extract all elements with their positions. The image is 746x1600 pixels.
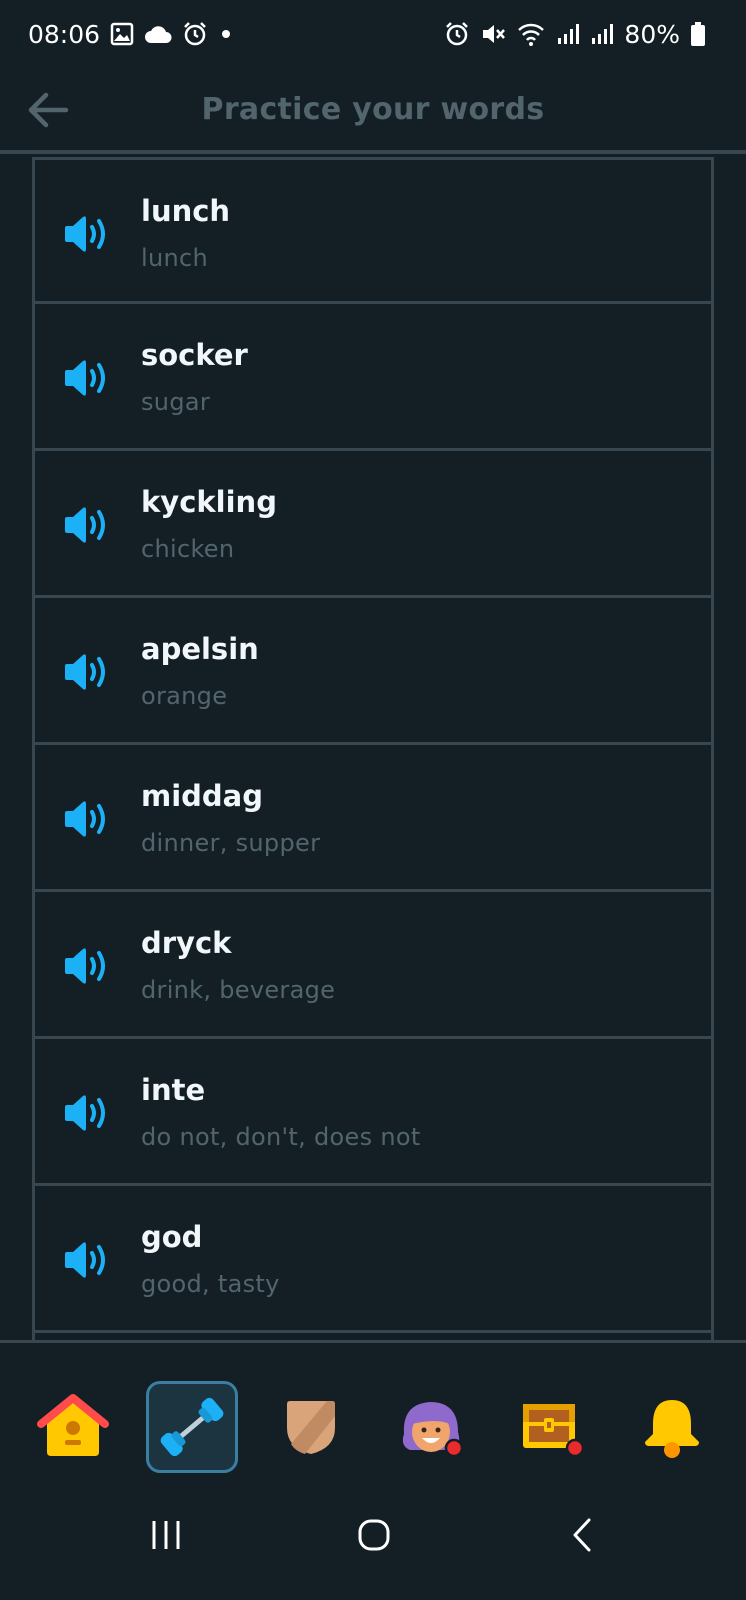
word-text: kyckling [141,485,277,519]
battery-percent: 80% [624,19,680,49]
tab-notifications[interactable] [626,1381,718,1473]
treasure-chest-icon [523,1404,585,1458]
alarm-icon [446,22,469,46]
status-time: 08:06 [28,19,101,49]
image-icon [110,22,134,46]
alarm-icon [184,22,206,46]
speaker-icon[interactable] [63,1093,111,1133]
word-row[interactable]: socker sugar [35,304,711,451]
home-circle-icon [358,1519,390,1551]
status-left: 08:06 [28,20,234,49]
word-list: lunch lunch socker sugar kyckling chicke… [32,157,714,1340]
recent-apps-button[interactable] [136,1510,196,1560]
bottom-tab-bar [0,1340,746,1480]
word-row[interactable]: middag dinner, supper [35,745,711,892]
word-text: socker [141,338,248,372]
word-list-scroll[interactable]: lunch lunch socker sugar kyckling chicke… [0,154,746,1340]
tab-home[interactable] [27,1381,119,1473]
speaker-icon[interactable] [63,799,111,839]
word-translation: sugar [141,388,211,416]
home-nav-button[interactable] [344,1510,404,1560]
bell-icon [645,1400,699,1458]
home-icon [37,1394,109,1456]
page-header: Practice your words [0,68,746,154]
shield-icon [287,1401,335,1454]
back-button[interactable] [24,86,72,134]
character-avatar-icon [402,1402,464,1458]
word-translation: drink, beverage [141,976,336,1004]
wifi-icon [518,23,545,46]
page-title: Practice your words [201,91,545,127]
signal-icon [558,24,580,44]
dumbbell-icon [160,1397,224,1457]
word-row[interactable]: inte do not, don't, does not [35,1039,711,1186]
speaker-icon[interactable] [63,946,111,986]
arrow-left-icon [28,92,69,128]
speaker-icon[interactable] [63,652,111,692]
status-bar: 08:06 80% [0,0,746,68]
word-row[interactable]: lunch lunch [35,157,711,304]
word-text: inte [141,1073,206,1107]
word-translation: lunch [141,244,208,272]
mute-icon [483,25,506,43]
word-row[interactable]: kyckling chicken [35,451,711,598]
cloud-icon [145,26,172,43]
word-row[interactable]: god good, tasty [35,1186,711,1333]
dot-icon [222,30,231,38]
speaker-icon[interactable] [63,1240,111,1280]
word-row[interactable]: apelsin orange [35,598,711,745]
word-text: god [141,1220,203,1254]
system-nav-bar [0,1480,746,1600]
tab-quests[interactable] [505,1381,597,1473]
battery-icon [691,22,705,46]
tab-profile[interactable] [386,1381,478,1473]
recent-apps-icon [152,1521,180,1549]
word-text: middag [141,779,264,813]
status-right: 80% [444,20,706,49]
word-text: dryck [141,926,232,960]
speaker-icon[interactable] [63,214,111,254]
word-text: apelsin [141,632,259,666]
word-translation: orange [141,682,228,710]
word-text: lunch [141,194,231,228]
back-nav-button[interactable] [553,1510,613,1560]
word-translation: good, tasty [141,1270,280,1298]
word-row[interactable]: dryck drink, beverage [35,892,711,1039]
back-chevron-icon [573,1518,591,1552]
word-translation: chicken [141,535,235,563]
word-translation: dinner, supper [141,829,321,857]
tab-practice[interactable] [146,1381,238,1473]
tab-leagues[interactable] [265,1381,357,1473]
signal-icon [592,24,614,44]
speaker-icon[interactable] [63,505,111,545]
speaker-icon[interactable] [63,358,111,398]
word-translation: do not, don't, does not [141,1123,421,1151]
